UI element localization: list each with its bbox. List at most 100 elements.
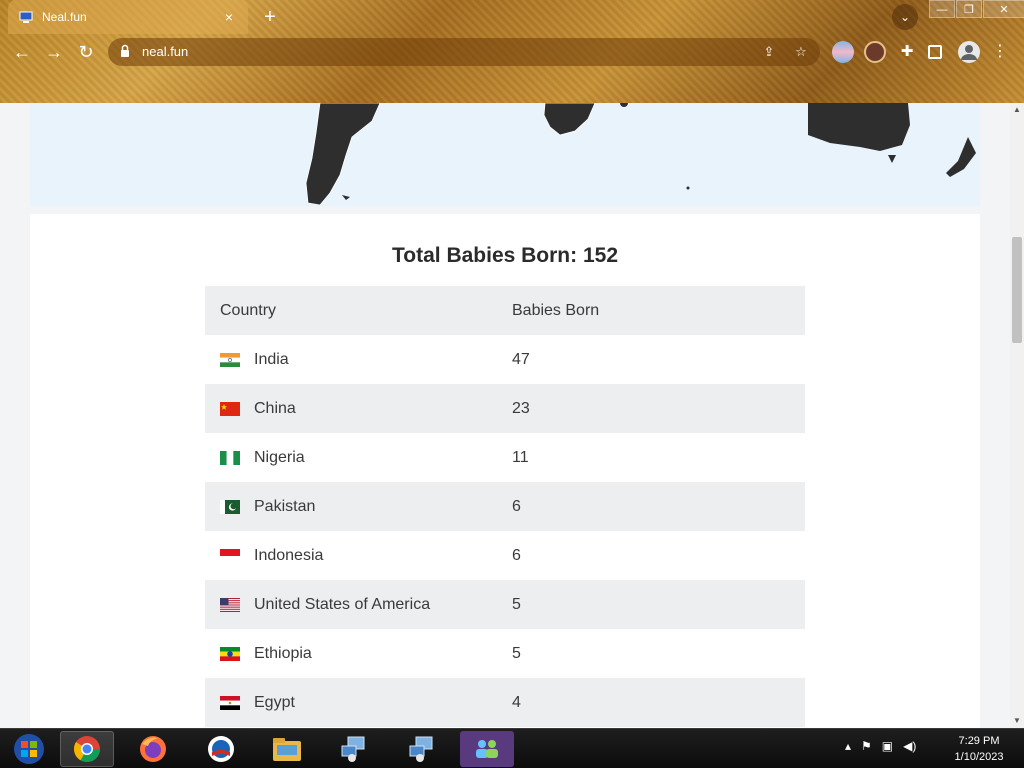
- country-name: Ethiopia: [254, 644, 312, 662]
- scroll-thumb[interactable]: [1012, 237, 1022, 343]
- reload-button[interactable]: ↻: [74, 41, 98, 63]
- babies-count: 47: [512, 350, 530, 368]
- taskbar-people-app[interactable]: [460, 731, 514, 767]
- tab-close-button[interactable]: ×: [220, 9, 238, 25]
- share-icon[interactable]: ⇪: [760, 43, 778, 61]
- forward-arrow-icon: →: [45, 42, 63, 62]
- more-menu-icon[interactable]: ⋮: [992, 41, 1008, 63]
- births-table: Country Babies Born India 47 China 23 Ni…: [205, 286, 805, 727]
- chevron-down-icon: ⌄: [899, 10, 911, 24]
- tab-search-button[interactable]: ⌄: [892, 4, 918, 30]
- country-name: United States of America: [254, 595, 431, 613]
- back-button[interactable]: ←: [10, 41, 34, 63]
- start-button[interactable]: [2, 731, 56, 767]
- folder-icon: [273, 738, 301, 761]
- country-name: India: [254, 350, 289, 368]
- restore-button[interactable]: ❐: [956, 0, 982, 18]
- table-row: Egypt 4: [205, 678, 805, 727]
- taskbar-chrome[interactable]: [60, 731, 114, 767]
- table-row: Nigeria 11: [205, 433, 805, 482]
- forward-button[interactable]: →: [42, 41, 66, 63]
- show-hidden-icons-icon[interactable]: ▴: [845, 739, 851, 753]
- country-name: Pakistan: [254, 497, 316, 515]
- sunrise-logo-icon: [208, 736, 234, 762]
- firefox-icon: [140, 736, 166, 762]
- network-computer-icon: [341, 736, 365, 762]
- profile-photo-extension-icon[interactable]: [864, 41, 886, 63]
- windows-logo-icon: [14, 734, 44, 764]
- window-controls: — ❐ ✕: [928, 0, 1024, 18]
- volume-icon[interactable]: ◀): [903, 739, 916, 753]
- pakistan-flag-icon: [220, 499, 240, 514]
- new-tab-button[interactable]: +: [258, 6, 282, 28]
- taskbar-clock[interactable]: 7:29 PM 1/10/2023: [944, 733, 1014, 765]
- header-babies-born: Babies Born: [512, 301, 600, 319]
- clock-time: 7:29 PM: [958, 735, 1000, 747]
- network-icon[interactable]: ▣: [882, 739, 893, 753]
- scroll-up-arrow-icon[interactable]: ▲: [1010, 103, 1024, 117]
- country-name: China: [254, 399, 296, 417]
- babies-count: 5: [512, 644, 521, 662]
- total-babies-title: Total Babies Born: 152: [392, 244, 618, 267]
- minimize-icon: —: [936, 4, 948, 16]
- address-bar[interactable]: neal.fun ⇪ ☆: [108, 38, 820, 66]
- bookmark-star-icon[interactable]: ☆: [792, 43, 810, 61]
- country-name: Egypt: [254, 693, 295, 711]
- page-content: Total Babies Born: 152 Country Babies Bo…: [0, 103, 1010, 728]
- reload-icon: ↻: [78, 42, 94, 62]
- ethiopia-flag-icon: [220, 646, 240, 661]
- profile-avatar-icon[interactable]: [958, 41, 980, 63]
- babies-count: 23: [512, 399, 530, 417]
- lock-icon: [120, 44, 130, 58]
- minimize-button[interactable]: —: [929, 0, 955, 18]
- babies-count: 11: [512, 448, 529, 466]
- taskbar-firefox[interactable]: [126, 731, 180, 767]
- taskbar-campaign-app[interactable]: [194, 731, 248, 767]
- chrome-icon: [73, 736, 101, 763]
- babies-count: 6: [512, 497, 521, 515]
- country-name: Nigeria: [254, 448, 305, 466]
- usa-flag-icon: [220, 597, 240, 612]
- scroll-down-arrow-icon[interactable]: ▼: [1010, 714, 1024, 728]
- network-computer-icon: [409, 736, 433, 762]
- table-row: China 23: [205, 384, 805, 433]
- egypt-flag-icon: [220, 695, 240, 710]
- people-icon: [476, 740, 498, 758]
- table-row: Ethiopia 5: [205, 629, 805, 678]
- table-header-row: Country Babies Born: [205, 286, 805, 335]
- tab-title: Neal.fun: [42, 10, 87, 24]
- taskbar-file-explorer[interactable]: [260, 731, 314, 767]
- nigeria-flag-icon: [220, 450, 240, 465]
- puzzle-extensions-icon[interactable]: ✚: [896, 41, 918, 63]
- close-icon: ✕: [999, 4, 1009, 16]
- table-row: India 47: [205, 335, 805, 384]
- page-scrollbar[interactable]: ▲ ▼: [1010, 103, 1024, 728]
- windows-taskbar: ▴ ⚑ ▣ ◀) 7:29 PM 1/10/2023: [0, 728, 1024, 768]
- close-window-button[interactable]: ✕: [983, 0, 1024, 18]
- india-flag-icon: [220, 352, 240, 367]
- babies-count: 6: [512, 546, 521, 564]
- table-row: United States of America 5: [205, 580, 805, 629]
- country-name: Indonesia: [254, 546, 324, 564]
- world-map: [30, 103, 980, 206]
- side-panel-icon[interactable]: [928, 45, 942, 59]
- table-row: Indonesia 6: [205, 531, 805, 580]
- extension-flag-icon[interactable]: [832, 41, 854, 63]
- back-arrow-icon: ←: [13, 42, 31, 62]
- table-row: Pakistan 6: [205, 482, 805, 531]
- clock-date: 1/10/2023: [954, 751, 1004, 763]
- header-country: Country: [220, 301, 277, 319]
- url-text: neal.fun: [142, 44, 189, 59]
- babies-count: 4: [512, 693, 521, 711]
- world-map-shapes: [305, 103, 976, 206]
- taskbar-network-app-2[interactable]: [394, 731, 448, 767]
- indonesia-flag-icon: [220, 548, 240, 563]
- babies-count: 5: [512, 595, 521, 613]
- computer-icon: [18, 9, 34, 25]
- births-card: Total Babies Born: 152 Country Babies Bo…: [30, 214, 980, 728]
- action-center-flag-icon[interactable]: ⚑: [861, 739, 872, 753]
- tab-neal-fun[interactable]: Neal.fun ×: [8, 0, 248, 34]
- china-flag-icon: [220, 401, 240, 416]
- restore-icon: ❐: [964, 4, 974, 16]
- taskbar-network-app-1[interactable]: [326, 731, 380, 767]
